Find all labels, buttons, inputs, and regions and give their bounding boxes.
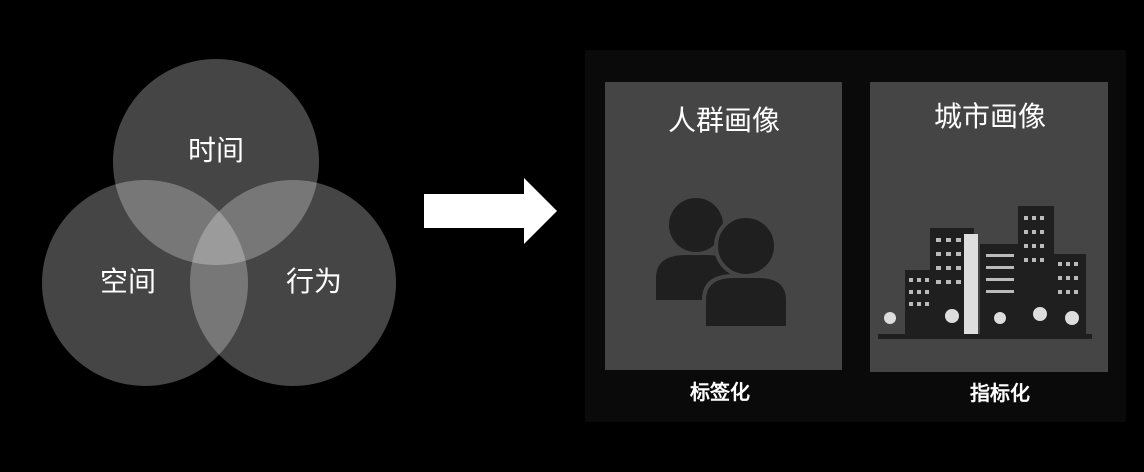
card-crowd-portrait: 人群画像 标签化	[605, 82, 842, 404]
venn-label-space: 空间	[100, 265, 156, 298]
venn-diagram: 时间 空间 行为	[42, 59, 396, 386]
card-title: 城市画像	[934, 100, 1046, 133]
diagram-canvas: 时间 空间 行为 人群画像 标签化 城市画像 指标化	[42, 50, 1126, 422]
venn-label-behavior: 行为	[286, 265, 342, 298]
card-title: 人群画像	[668, 104, 780, 137]
card-caption: 指标化	[970, 381, 1030, 405]
card-city-portrait: 城市画像 指标化	[870, 82, 1108, 405]
venn-label-time: 时间	[188, 134, 244, 167]
card-caption: 标签化	[690, 380, 750, 404]
right-arrow-icon	[424, 178, 557, 244]
